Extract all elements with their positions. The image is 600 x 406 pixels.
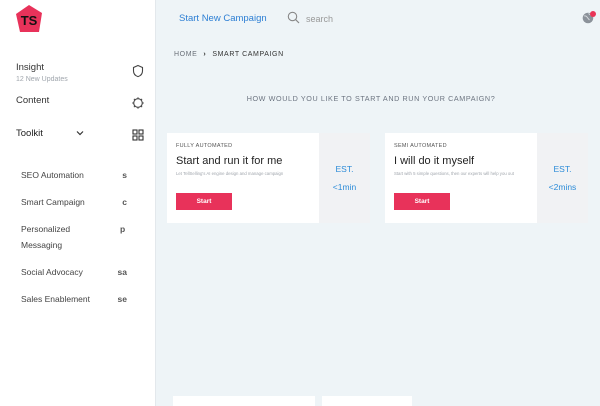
- estimate-panel: EST. <2mins: [537, 133, 588, 223]
- campaign-option-card-semi-automated: SEMI AUTOMATED I will do it myself Start…: [385, 133, 588, 223]
- shortcut-code: sa: [117, 267, 127, 277]
- sidebar-item-insight[interactable]: Insight 12 New Updates: [16, 62, 144, 83]
- top-bar: Start New Campaign: [156, 0, 600, 38]
- shortcut-code: p: [120, 224, 126, 234]
- card-description: Start with 5 simple questions, then our …: [394, 171, 514, 176]
- globe-settings-icon: [132, 97, 144, 109]
- updates-count: 12 New Updates: [16, 76, 68, 83]
- card-body: FULLY AUTOMATED Start and run it for me …: [167, 133, 319, 223]
- start-button[interactable]: Start: [176, 193, 232, 210]
- start-button[interactable]: Start: [394, 193, 450, 210]
- sidebar-item-label: SEO Automation: [21, 170, 84, 180]
- shield-icon: [132, 64, 144, 78]
- svg-text:TS: TS: [21, 13, 38, 28]
- search-icon[interactable]: [287, 11, 300, 24]
- shortcut-code: c: [122, 197, 127, 207]
- notification-dot: [590, 11, 596, 17]
- card-title: Start and run it for me: [176, 155, 283, 167]
- estimate-panel: EST. <1min: [319, 133, 370, 223]
- sidebar-item-label: Sales Enablement: [21, 294, 90, 304]
- chevron-down-icon[interactable]: [76, 130, 84, 136]
- page-question: HOW WOULD YOU LIKE TO START AND RUN YOUR…: [246, 94, 496, 103]
- sidebar-item-personalized-messaging[interactable]: Personalized Messaging p: [21, 221, 125, 253]
- sidebar-item-seo-automation[interactable]: SEO Automation s: [21, 167, 139, 183]
- shortcut-code: s: [122, 170, 127, 180]
- card-description: Let TellSelling's AI engine design and m…: [176, 171, 284, 176]
- estimate-value: <1min: [332, 182, 357, 192]
- sidebar: TS Insight 12 New Updates Content Toolki…: [0, 0, 156, 406]
- card-partial: [173, 396, 315, 406]
- sidebar-item-label: Social Advocacy: [21, 267, 83, 277]
- campaign-option-card-automated: FULLY AUTOMATED Start and run it for me …: [167, 133, 370, 223]
- estimate-label: EST.: [335, 164, 354, 174]
- sidebar-item-label: Smart Campaign: [21, 197, 85, 207]
- card-title: I will do it myself: [394, 155, 475, 167]
- card-tag: SEMI AUTOMATED: [394, 143, 447, 149]
- shortcut-code: se: [117, 294, 127, 304]
- sidebar-item-label: Insight: [16, 62, 44, 73]
- sidebar-item-label: Content: [16, 95, 50, 106]
- sidebar-item-social-advocacy[interactable]: Social Advocacy sa: [21, 264, 139, 280]
- estimate-label: EST.: [553, 164, 572, 174]
- sidebar-item-smart-campaign[interactable]: Smart Campaign c: [21, 194, 139, 210]
- estimate-value: <2mins: [548, 182, 577, 192]
- start-new-campaign-link[interactable]: Start New Campaign: [179, 13, 267, 24]
- search-input[interactable]: [306, 11, 456, 27]
- sidebar-item-toolkit[interactable]: Toolkit: [16, 128, 144, 141]
- sidebar-item-label: Personalized Messaging: [21, 224, 71, 250]
- sidebar-item-sales-enablement[interactable]: Sales Enablement se: [21, 291, 139, 307]
- grid-icon: [132, 129, 144, 141]
- sidebar-item-label: Toolkit: [16, 128, 43, 139]
- brand-logo[interactable]: TS: [14, 4, 44, 34]
- breadcrumb-home[interactable]: HOME: [174, 51, 197, 58]
- card-tag: FULLY AUTOMATED: [176, 143, 233, 149]
- card-body: SEMI AUTOMATED I will do it myself Start…: [385, 133, 537, 223]
- breadcrumb-current: SMART CAMPAIGN: [212, 51, 284, 58]
- sidebar-item-content[interactable]: Content: [16, 95, 144, 109]
- card-partial: [322, 396, 412, 406]
- breadcrumb: HOME › SMART CAMPAIGN: [174, 51, 284, 58]
- chevron-right-icon: ›: [203, 51, 207, 58]
